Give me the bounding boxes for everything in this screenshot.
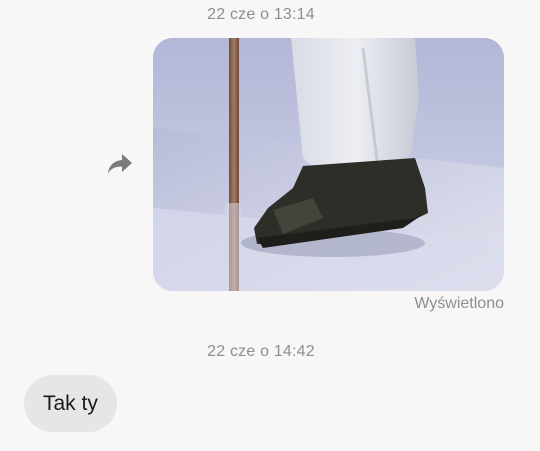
photo-thumbnail xyxy=(153,38,504,291)
message-text: Tak ty xyxy=(43,391,98,415)
read-status: Wyświetlono xyxy=(414,295,504,312)
message-timestamp: 22 cze o 14:42 xyxy=(207,343,315,360)
share-arrow-icon xyxy=(106,152,134,181)
incoming-message-bubble[interactable]: Tak ty xyxy=(24,375,117,432)
message-timestamp: 22 cze o 13:14 xyxy=(207,6,315,23)
image-message[interactable] xyxy=(153,38,504,291)
forward-button[interactable] xyxy=(104,150,136,182)
